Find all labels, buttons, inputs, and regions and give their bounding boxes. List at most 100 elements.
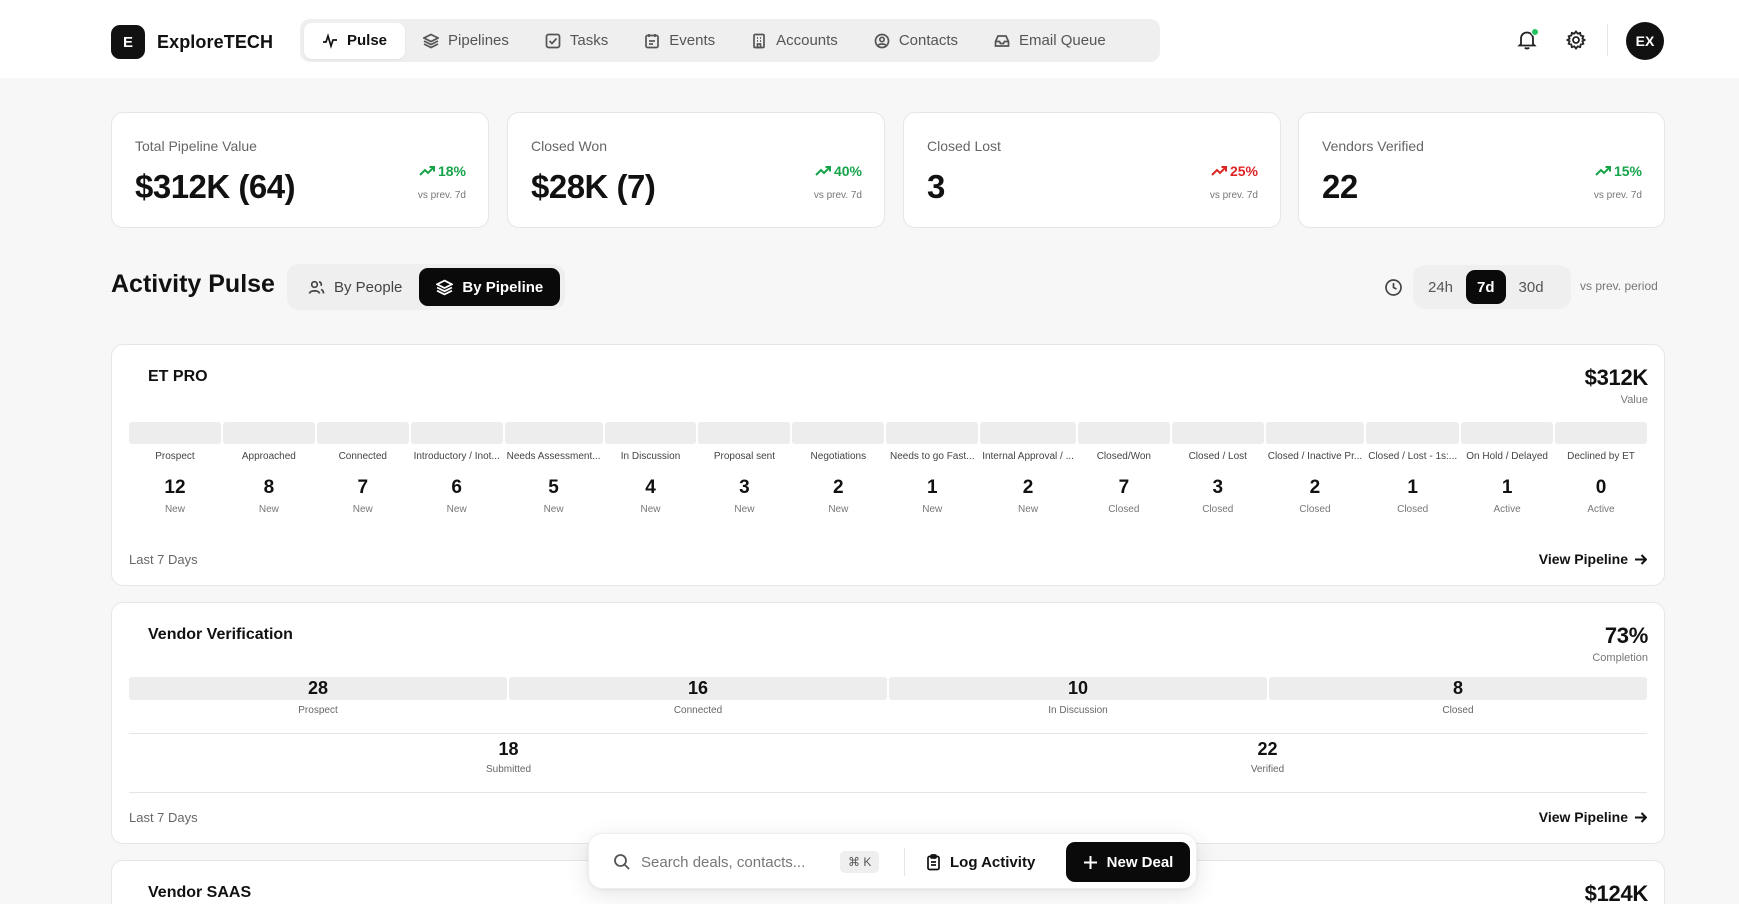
kpi-label: Closed Won [531,138,608,154]
stage-closed-lost[interactable]: Closed / Lost 3 Closed [1171,422,1264,515]
search-input[interactable] [641,848,821,876]
stage-name: Declined by ET [1567,451,1635,462]
log-activity-label: Log Activity [950,853,1036,871]
stage-count: 2 [1309,477,1321,498]
kpi-label: Vendors Verified [1322,138,1424,154]
kpi-card-vendors-verified: Vendors Verified 22 15% vs prev. 7d [1298,112,1665,228]
divider [129,733,1647,734]
kpi-trend-value: 18% [437,163,466,179]
stage-bar [504,422,603,444]
stage-approached[interactable]: Approached 8 New [222,422,315,515]
inbox-icon [994,34,1010,47]
kpi-trend: 40% [815,163,862,179]
nav-label: Tasks [569,32,609,49]
layers-icon [436,279,454,295]
stage-needs-assessment[interactable]: Needs Assessment... 5 New [504,422,603,515]
stage-declined[interactable]: Declined by ET 0 Active [1555,422,1647,515]
stage-status: Closed [1397,504,1429,515]
summary-label: Verified [1250,764,1285,775]
stage-bar [604,422,697,444]
brand[interactable]: E ExploreTECH [111,25,273,59]
range-note: vs prev. period [1580,279,1658,293]
by-pipeline-button[interactable]: By Pipeline [419,268,561,306]
stage-status: New [922,504,943,515]
pipeline-card-vendor-verification: Vendor Verification 73% Completion 28 Pro… [111,602,1665,844]
new-deal-button[interactable]: New Deal [1066,842,1190,882]
view-pipeline-label: View Pipeline [1538,809,1628,825]
stage-status: New [164,504,185,515]
stage-count: 7 [357,477,369,498]
nav-pulse[interactable]: Pulse [304,22,406,59]
stage-closed-inactive[interactable]: Closed / Inactive Pr... 2 Closed [1265,422,1365,515]
verification-stage-prospect[interactable]: 28 Prospect [129,677,507,716]
kpi-value: 22 [1322,168,1358,205]
range-7d-button[interactable]: 7d [1466,270,1506,304]
stage-on-hold[interactable]: On Hold / Delayed 1 Active [1461,422,1554,515]
range-30d-button[interactable]: 30d [1508,270,1555,304]
main-nav: Pulse Pipelines Tasks Events Accounts Co… [300,19,1160,62]
notifications-button[interactable] [1516,28,1539,51]
stage-name: In Discussion [1048,705,1108,716]
nav-label: Events [669,32,716,49]
kpi-compare: vs prev. 7d [813,190,862,201]
stage-name: Approached [241,451,296,462]
stage-prospect[interactable]: Prospect 12 New [129,422,221,515]
stage-introductory[interactable]: Introductory / Inot... 6 New [410,422,503,515]
avatar[interactable]: EX [1626,22,1664,60]
stage-status: Active [1493,504,1521,515]
range-24h-button[interactable]: 24h [1417,270,1464,304]
view-toggle: By People By Pipeline [287,264,565,310]
by-people-button[interactable]: By People [291,268,419,306]
stage-count: 7 [1118,477,1130,498]
nav-tasks[interactable]: Tasks [527,23,626,59]
settings-button[interactable] [1565,29,1587,51]
stage-bar [129,422,221,444]
stage-bar [1461,422,1554,444]
stage-closed-won[interactable]: Closed/Won 7 Closed [1077,422,1170,515]
time-range-toggle: 24h 7d 30d [1413,265,1571,309]
stage-bar [1555,422,1647,444]
stage-count: 0 [1595,477,1607,498]
stage-count: 8 [263,477,275,498]
pipeline-title: Vendor SAAS [148,884,252,901]
stage-needs-fast-track[interactable]: Needs to go Fast... 1 New [886,422,979,515]
stage-status: Active [1587,504,1615,515]
stage-count: 2 [1022,477,1034,498]
nav-events[interactable]: Events [626,23,733,59]
layers-icon [423,33,440,48]
kpi-value: $28K (7) [531,168,656,205]
stage-name: Closed / Lost [1188,451,1247,462]
kpi-value: 3 [927,168,945,205]
stage-connected[interactable]: Connected 7 New [316,422,409,515]
trend-up-icon [815,166,831,176]
checkbox-icon [545,33,561,48]
stage-proposal-sent[interactable]: Proposal sent 3 New [698,422,791,515]
stage-negotiations[interactable]: Negotiations 2 New [792,422,885,515]
nav-accounts[interactable]: Accounts [733,23,856,59]
pipeline-metric: $312K Value [1584,365,1649,406]
nav-pipelines[interactable]: Pipelines [405,23,527,59]
nav-email-queue[interactable]: Email Queue [976,23,1124,59]
pipeline-metric-label: Value [1620,394,1648,406]
building-icon [753,33,765,48]
pipeline-period: Last 7 Days [129,552,198,567]
pipeline-metric-value: $312K [1584,365,1649,390]
verification-stage-connected[interactable]: 16 Connected [509,677,887,716]
clock-icon [1384,278,1403,297]
toggle-label: By Pipeline [462,278,544,296]
stage-internal-approval[interactable]: Internal Approval / ... 2 New [980,422,1076,515]
stage-count: 16 [509,677,887,700]
view-pipeline-link[interactable]: View Pipeline [1539,809,1647,825]
stage-count: 28 [129,677,507,700]
summary-verified: 22 Verified [888,739,1647,775]
verification-stage-closed[interactable]: 8 Closed [1269,677,1647,716]
stage-closed-lost-first[interactable]: Closed / Lost - 1s:... 1 Closed [1366,422,1460,515]
log-activity-button[interactable]: Log Activity [925,844,1035,880]
view-pipeline-link[interactable]: View Pipeline [1539,551,1647,567]
verification-stage-in-discussion[interactable]: 10 In Discussion [889,677,1267,716]
stage-in-discussion[interactable]: In Discussion 4 New [604,422,697,515]
nav-label: Pipelines [448,32,509,49]
stage-name: Closed/Won [1096,451,1151,462]
nav-contacts[interactable]: Contacts [856,23,976,59]
stage-status: New [640,504,661,515]
